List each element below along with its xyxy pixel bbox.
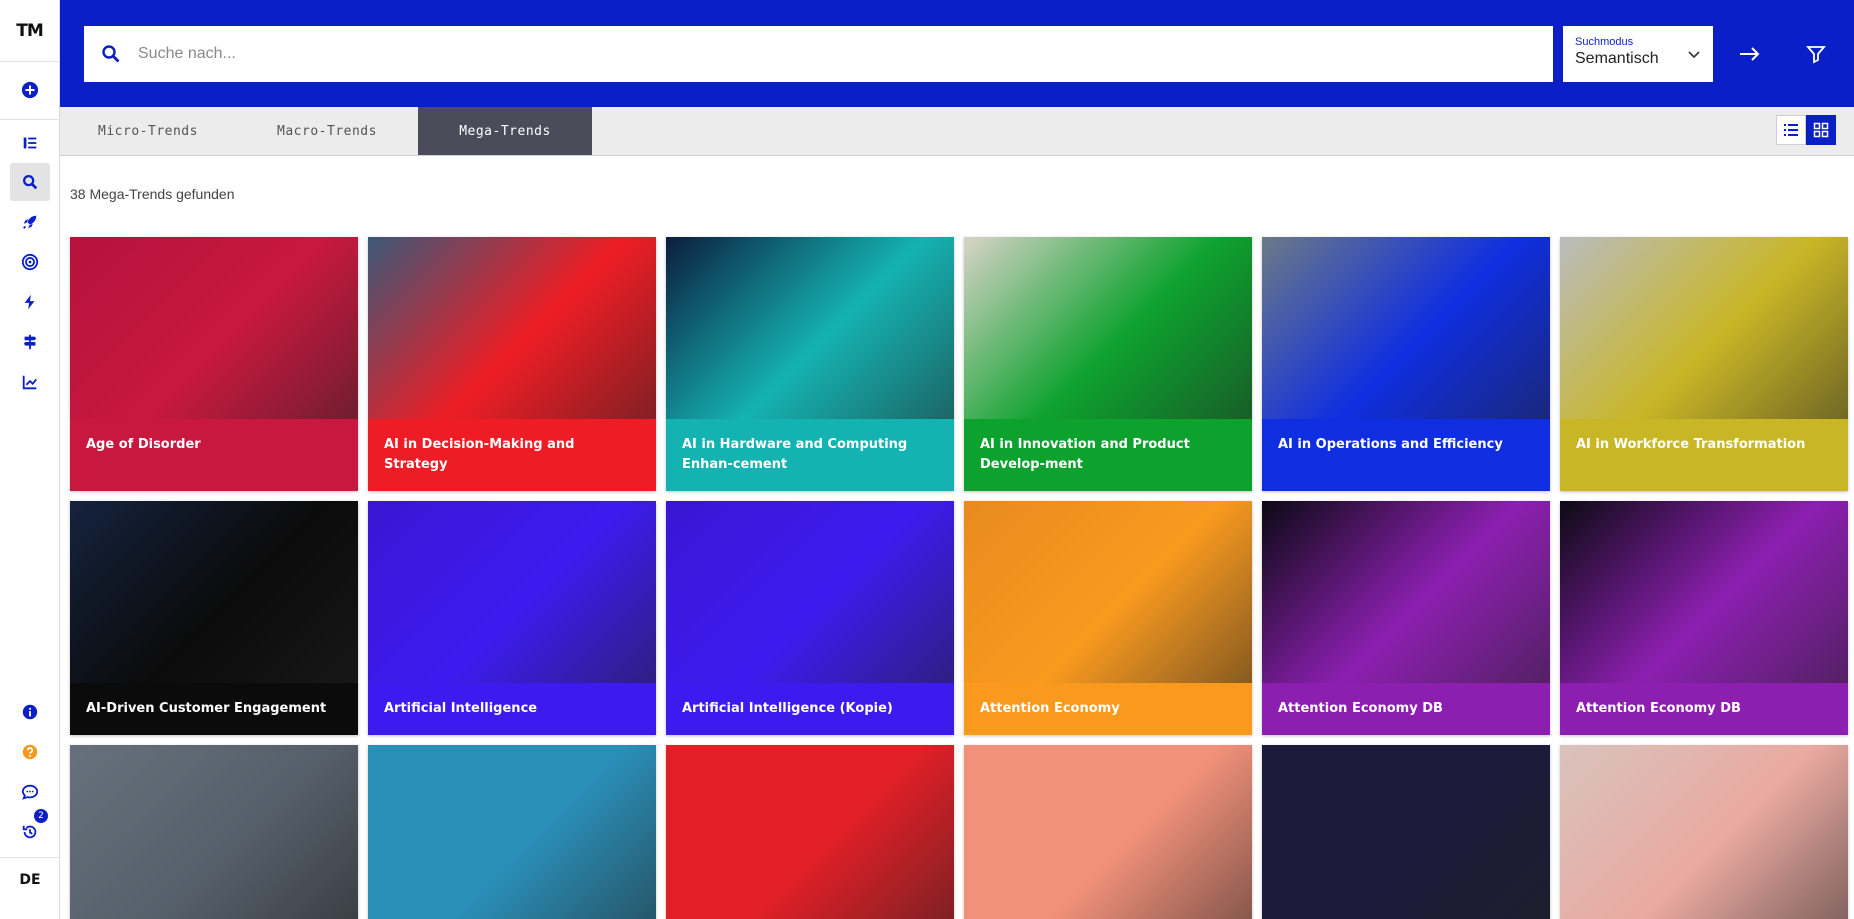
tab-macro-trends[interactable]: Macro-Trends (236, 107, 418, 155)
history-icon[interactable]: 2 (10, 809, 50, 851)
trend-card-image (70, 745, 358, 919)
grid-view-icon (1813, 122, 1829, 138)
rocket-icon[interactable] (10, 203, 50, 241)
trend-tabs: Micro-Trends Macro-Trends Mega-Trends (60, 107, 1854, 156)
trend-card[interactable]: AI in Decision-Making and Strategy (368, 237, 656, 491)
trend-card[interactable] (368, 745, 656, 919)
search-nav-icon[interactable] (10, 163, 50, 201)
sidebar: TM 2 DE (0, 0, 60, 919)
trend-card[interactable] (666, 745, 954, 919)
trend-card[interactable]: Attention Economy (964, 501, 1252, 735)
trend-card-image (964, 237, 1252, 419)
app-logo[interactable]: TM (0, 0, 59, 62)
chat-icon[interactable] (10, 773, 50, 811)
trend-card[interactable]: AI in Workforce Transformation (1560, 237, 1848, 491)
grid-view-button[interactable] (1806, 115, 1836, 145)
result-count: 38 Mega-Trends gefunden (70, 186, 235, 202)
search-input[interactable] (138, 26, 1553, 82)
tab-micro-trends[interactable]: Micro-Trends (60, 107, 236, 155)
search-header: Suchmodus Semantisch (60, 0, 1854, 107)
chevron-down-icon (1687, 46, 1701, 65)
trend-card[interactable]: AI in Innovation and Product Develop-men… (964, 237, 1252, 491)
history-badge: 2 (34, 809, 48, 823)
trend-card-image (1262, 237, 1550, 419)
sidebar-divider (0, 857, 60, 858)
search-submit-button[interactable] (1732, 36, 1768, 72)
trend-card-title: Attention Economy (964, 683, 1252, 735)
trend-card[interactable]: Attention Economy DB (1560, 501, 1848, 735)
filter-icon (1806, 46, 1826, 64)
search-mode-value: Semantisch (1575, 50, 1659, 67)
trend-card-image (964, 745, 1252, 919)
list-icon[interactable] (10, 124, 50, 162)
trend-card-image (368, 501, 656, 683)
trend-card-image (666, 745, 954, 919)
trend-card-image (368, 237, 656, 419)
trend-card-image (1560, 237, 1848, 419)
trend-card-title: Artificial Intelligence (368, 683, 656, 735)
trend-card[interactable]: Attention Economy DB (1262, 501, 1550, 735)
trend-card[interactable]: Age of Disorder (70, 237, 358, 491)
trend-card[interactable]: Artificial Intelligence (Kopie) (666, 501, 954, 735)
trend-card-title: AI in Innovation and Product Develop-men… (964, 419, 1252, 491)
search-mode-label: Suchmodus (1575, 36, 1634, 48)
trend-card-title: Artificial Intelligence (Kopie) (666, 683, 954, 735)
trend-card-image (368, 745, 656, 919)
trend-card[interactable]: AI-Driven Customer Engagement (70, 501, 358, 735)
search-mode-select[interactable]: Suchmodus Semantisch (1563, 26, 1713, 82)
trend-card[interactable]: Artificial Intelligence (368, 501, 656, 735)
trend-card-title: Attention Economy DB (1262, 683, 1550, 735)
trend-card-image (964, 501, 1252, 683)
trend-card[interactable] (964, 745, 1252, 919)
lightning-icon[interactable] (10, 283, 50, 321)
trend-card-title: Age of Disorder (70, 419, 358, 491)
target-icon[interactable] (10, 243, 50, 281)
trend-card-image (70, 501, 358, 683)
trend-card-title: AI in Decision-Making and Strategy (368, 419, 656, 491)
add-icon[interactable] (10, 71, 50, 109)
trend-card-title: AI-Driven Customer Engagement (70, 683, 358, 735)
list-view-icon (1784, 124, 1798, 136)
trend-card[interactable] (70, 745, 358, 919)
signpost-icon[interactable] (10, 323, 50, 361)
filter-button[interactable] (1798, 36, 1834, 72)
trend-card-title: Attention Economy DB (1560, 683, 1848, 735)
search-icon (84, 44, 138, 64)
view-toggle (1776, 115, 1836, 145)
chart-icon[interactable] (10, 363, 50, 401)
tab-mega-trends[interactable]: Mega-Trends (418, 107, 592, 155)
trend-card[interactable]: AI in Operations and Efficiency (1262, 237, 1550, 491)
trend-card-image (1262, 745, 1550, 919)
trend-card-image (1262, 501, 1550, 683)
trend-card-title: AI in Workforce Transformation (1560, 419, 1848, 491)
trend-card-image (1560, 745, 1848, 919)
search-bar (84, 26, 1553, 82)
sidebar-divider (0, 119, 60, 120)
trend-card[interactable]: AI in Hardware and Computing Enhan-cemen… (666, 237, 954, 491)
language-switch[interactable]: DE (0, 866, 60, 894)
trend-card[interactable] (1262, 745, 1550, 919)
trend-card-image (1560, 501, 1848, 683)
info-icon[interactable] (10, 693, 50, 731)
trend-card-title: AI in Hardware and Computing Enhan-cemen… (666, 419, 954, 491)
trend-card-title: AI in Operations and Efficiency (1262, 419, 1550, 491)
trend-card-image (666, 501, 954, 683)
list-view-button[interactable] (1776, 115, 1806, 145)
trend-card-image (70, 237, 358, 419)
help-icon[interactable] (10, 733, 50, 771)
trend-card-image (666, 237, 954, 419)
trend-card[interactable] (1560, 745, 1848, 919)
